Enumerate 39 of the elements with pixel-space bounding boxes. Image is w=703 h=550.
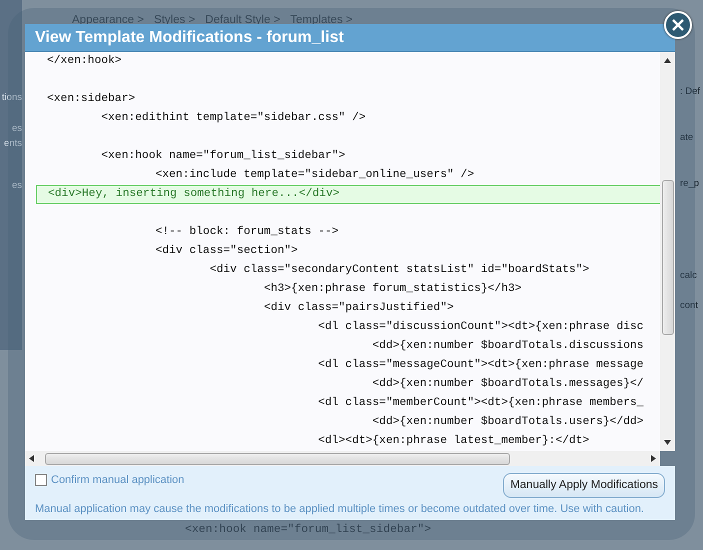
sidebar-text: ents: [4, 137, 22, 150]
code-line: <dl class="discussionCount"><dt>{xen:phrase disc: [317, 320, 645, 335]
code-line: <!-- block: forum_stats -->: [154, 224, 340, 240]
code-line: <dd>{xen:number $boardTotals.users}</dd>: [371, 414, 645, 430]
dialog-title: View Template Modifications - forum_list: [25, 24, 675, 52]
background-text: re_p: [680, 178, 700, 190]
code-line: <div class="section">: [154, 244, 299, 259]
left-arrow-icon[interactable]: [29, 454, 34, 462]
code-line: <h3>{xen:phrase forum_statistics}</h3>: [262, 282, 523, 297]
right-arrow-icon[interactable]: [651, 454, 656, 462]
code-line: <xen:hook name="forum_list_sidebar">: [100, 148, 346, 164]
code-line: <div class="pairsJustified">: [262, 300, 455, 316]
background-text: cont: [680, 300, 699, 312]
code-line: <dl><dt>{xen:phrase latest_member}:</dt>: [317, 434, 590, 449]
apply-modifications-button[interactable]: Manually Apply Modifications: [503, 472, 665, 498]
code-line: </xen:hook>: [46, 54, 123, 69]
caution-text: Manual application may cause the modifications to be applied multiple times or become outdated over time. Use with caution.: [35, 502, 645, 516]
horizontal-scrollbar[interactable]: [25, 451, 660, 466]
code-line: <xen:edithint template="sidebar.css" />: [100, 110, 367, 126]
code-line: <div class="secondaryContent statsList" id="boardStats">: [208, 262, 590, 278]
background-text: : Def: [680, 86, 702, 98]
code-line: <dd>{xen:number $boardTotals.messages}</: [371, 376, 645, 392]
code-line: <xen:sidebar>: [46, 92, 136, 107]
down-arrow-icon[interactable]: [664, 440, 671, 445]
code-line: <xen:hook name="forum_list_sidebar">: [185, 522, 432, 538]
background-text: ate: [680, 132, 694, 144]
code-line: <dd>{xen:number $boardTotals.discussions: [371, 338, 645, 354]
sidebar-text: es: [12, 122, 22, 135]
code-line: <dl class="messageCount"><dt>{xen:phrase message: [317, 358, 645, 373]
code-line: <dl class="memberCount"><dt>{xen:phrase members_: [317, 396, 645, 411]
code-line: <xen:include template="sidebar_online_users" />: [154, 168, 476, 183]
sidebar-text: tions: [2, 91, 22, 104]
vertical-scrollbar[interactable]: [660, 52, 675, 451]
close-icon: [672, 19, 684, 31]
background-text: calc: [680, 270, 698, 282]
sidebar-text: es: [12, 179, 22, 192]
up-arrow-icon[interactable]: [664, 58, 671, 63]
close-button[interactable]: [664, 11, 692, 39]
confirm-checkbox[interactable]: [35, 474, 47, 486]
